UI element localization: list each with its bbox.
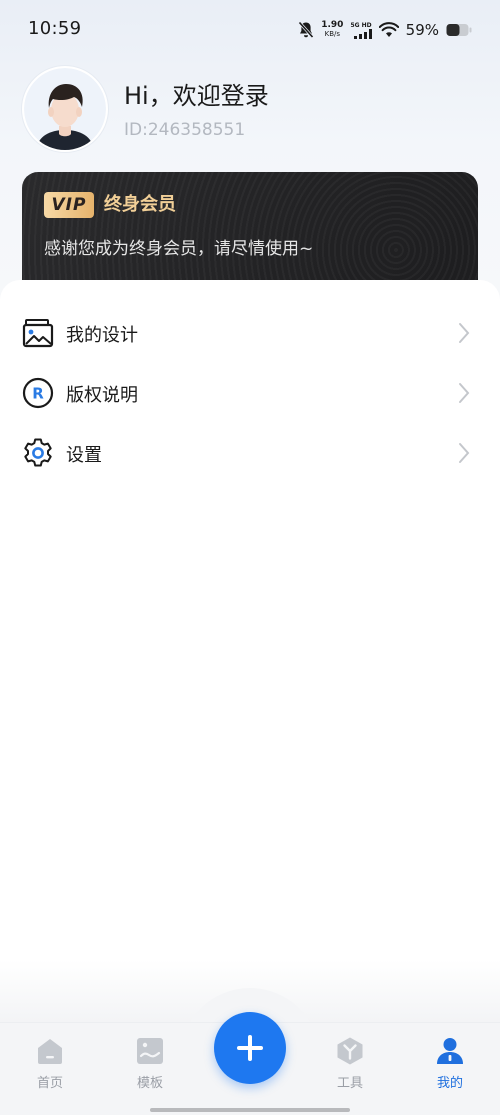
status-indicators: 1.90 KB/s 5G HD 59%: [298, 18, 472, 42]
template-icon: [137, 1038, 163, 1064]
create-button[interactable]: [214, 1012, 286, 1084]
vip-description: 感谢您成为终身会员，请尽情使用~: [44, 239, 314, 259]
vip-title: 终身会员: [104, 194, 176, 215]
nav-item-tools[interactable]: 工具: [310, 1036, 390, 1096]
svg-text:R: R: [32, 385, 44, 403]
nav-item-templates[interactable]: 模板: [110, 1036, 190, 1096]
plus-icon: [237, 1035, 263, 1061]
menu-label: 设置: [66, 445, 102, 466]
nav-item-home[interactable]: 首页: [10, 1036, 90, 1096]
battery-icon: [446, 24, 472, 36]
cellular-signal: 5G HD: [350, 21, 372, 39]
nav-item-profile[interactable]: 我的: [410, 1036, 490, 1096]
gear-icon: [24, 438, 52, 467]
nav-label: 工具: [336, 1076, 363, 1091]
menu-item-settings[interactable]: 设置: [0, 422, 500, 482]
menu-item-my-designs[interactable]: 我的设计: [0, 302, 500, 362]
home-icon: [38, 1039, 62, 1064]
vip-badge: VIP: [44, 192, 94, 218]
net-speed: 1.90 KB/s: [321, 21, 343, 39]
status-time: 10:59: [28, 18, 82, 39]
menu-item-copyright[interactable]: R 版权说明: [0, 362, 500, 422]
greeting-title[interactable]: Hi，欢迎登录: [124, 76, 269, 111]
user-avatar-illustration: [24, 68, 106, 150]
chevron-right-icon: [459, 383, 470, 403]
nav-label: 首页: [36, 1076, 63, 1091]
nav-label: 模板: [136, 1076, 163, 1091]
image-frame-icon: [22, 319, 54, 348]
menu-label: 版权说明: [66, 385, 138, 406]
battery-percent: 59%: [405, 21, 439, 39]
chevron-right-icon: [459, 443, 470, 463]
mute-bell-icon: [298, 21, 314, 39]
profile-icon: [437, 1038, 463, 1064]
tools-icon: [337, 1037, 363, 1065]
nav-label: 我的: [436, 1076, 463, 1091]
registered-icon: R: [22, 377, 54, 409]
avatar[interactable]: [22, 66, 108, 152]
wifi-icon: [378, 22, 399, 37]
menu-label: 我的设计: [66, 325, 138, 346]
home-indicator[interactable]: [150, 1108, 350, 1112]
status-bar: 10:59 1.90 KB/s 5G HD 59%: [0, 0, 500, 60]
net-speed-value: 1.90: [321, 20, 344, 30]
net-speed-unit: KB/s: [324, 30, 341, 38]
user-id: ID:246358551: [124, 120, 246, 140]
chevron-right-icon: [459, 323, 470, 343]
network-label: 5G HD: [350, 21, 372, 29]
signal-bars-icon: [353, 28, 372, 39]
